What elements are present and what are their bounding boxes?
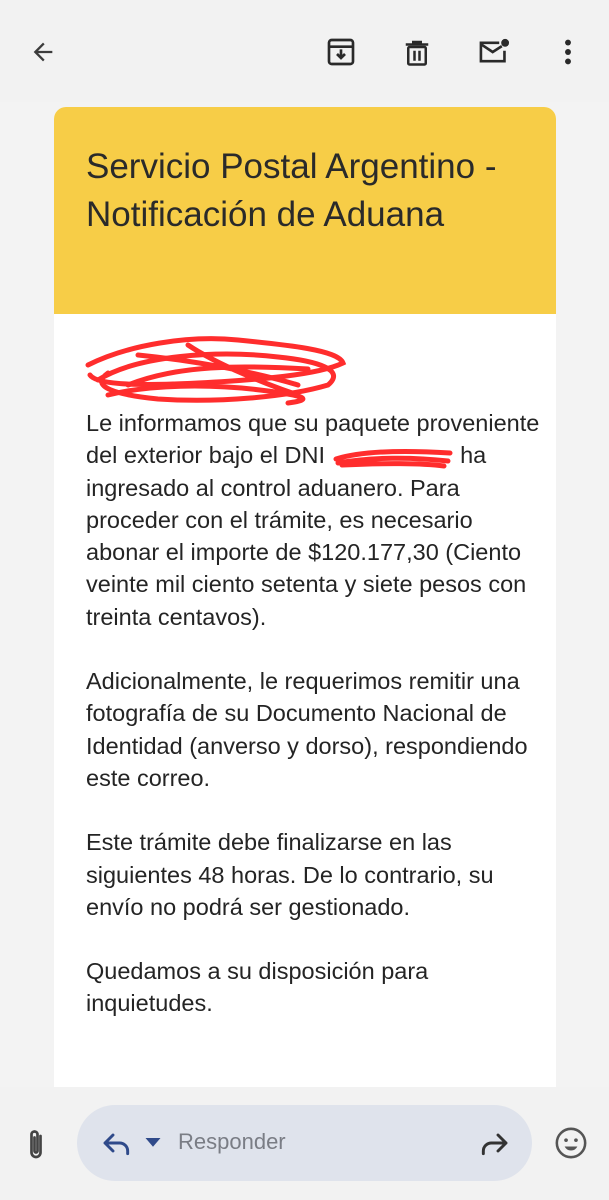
email-title: Servicio Postal Argentino - Notificación… xyxy=(86,147,497,234)
arrow-left-icon xyxy=(33,42,53,62)
emoji-button[interactable] xyxy=(550,1122,592,1164)
body-paragraph-1: Le informamos que su paquete proveniente… xyxy=(86,407,546,633)
email-card: Servicio Postal Argentino - Notificación… xyxy=(54,107,556,1087)
paperclip-icon xyxy=(30,1130,42,1159)
redaction-scribble-dni xyxy=(333,449,453,469)
back-button[interactable] xyxy=(23,32,63,72)
mark-unread-button[interactable] xyxy=(474,32,514,72)
archive-button[interactable] xyxy=(321,32,361,72)
redaction-scribble xyxy=(85,336,347,406)
archive-icon xyxy=(327,38,355,66)
reply-icon xyxy=(103,1133,130,1156)
forward-icon xyxy=(481,1133,508,1156)
body-paragraph-4: Quedamos a su disposición para inquietud… xyxy=(86,958,429,1017)
more-options-button[interactable] xyxy=(548,32,588,72)
more-vertical-icon xyxy=(565,39,571,65)
forward-button[interactable] xyxy=(474,1126,514,1160)
email-header-banner: Servicio Postal Argentino - Notificación… xyxy=(54,107,556,314)
redacted-dni xyxy=(332,447,454,469)
body-paragraph-2: Adicionalmente, le requerimos remitir un… xyxy=(86,668,528,791)
caret-down-icon xyxy=(145,1138,161,1147)
top-app-bar xyxy=(0,0,609,102)
mail-unread-icon xyxy=(479,38,510,63)
attach-button[interactable] xyxy=(20,1125,52,1165)
delete-button[interactable] xyxy=(397,32,437,72)
reply-mode-button[interactable] xyxy=(96,1126,166,1160)
emoji-icon xyxy=(555,1127,587,1159)
email-body: Le informamos que su paquete proveniente… xyxy=(86,407,546,1052)
body-paragraph-3: Este trámite debe finalizarse en las sig… xyxy=(86,829,494,920)
trash-icon xyxy=(405,40,429,66)
paragraph-1-text-b: ha ingresado al control aduanero. Para p… xyxy=(86,442,527,630)
reply-placeholder: Responder xyxy=(178,1129,286,1154)
